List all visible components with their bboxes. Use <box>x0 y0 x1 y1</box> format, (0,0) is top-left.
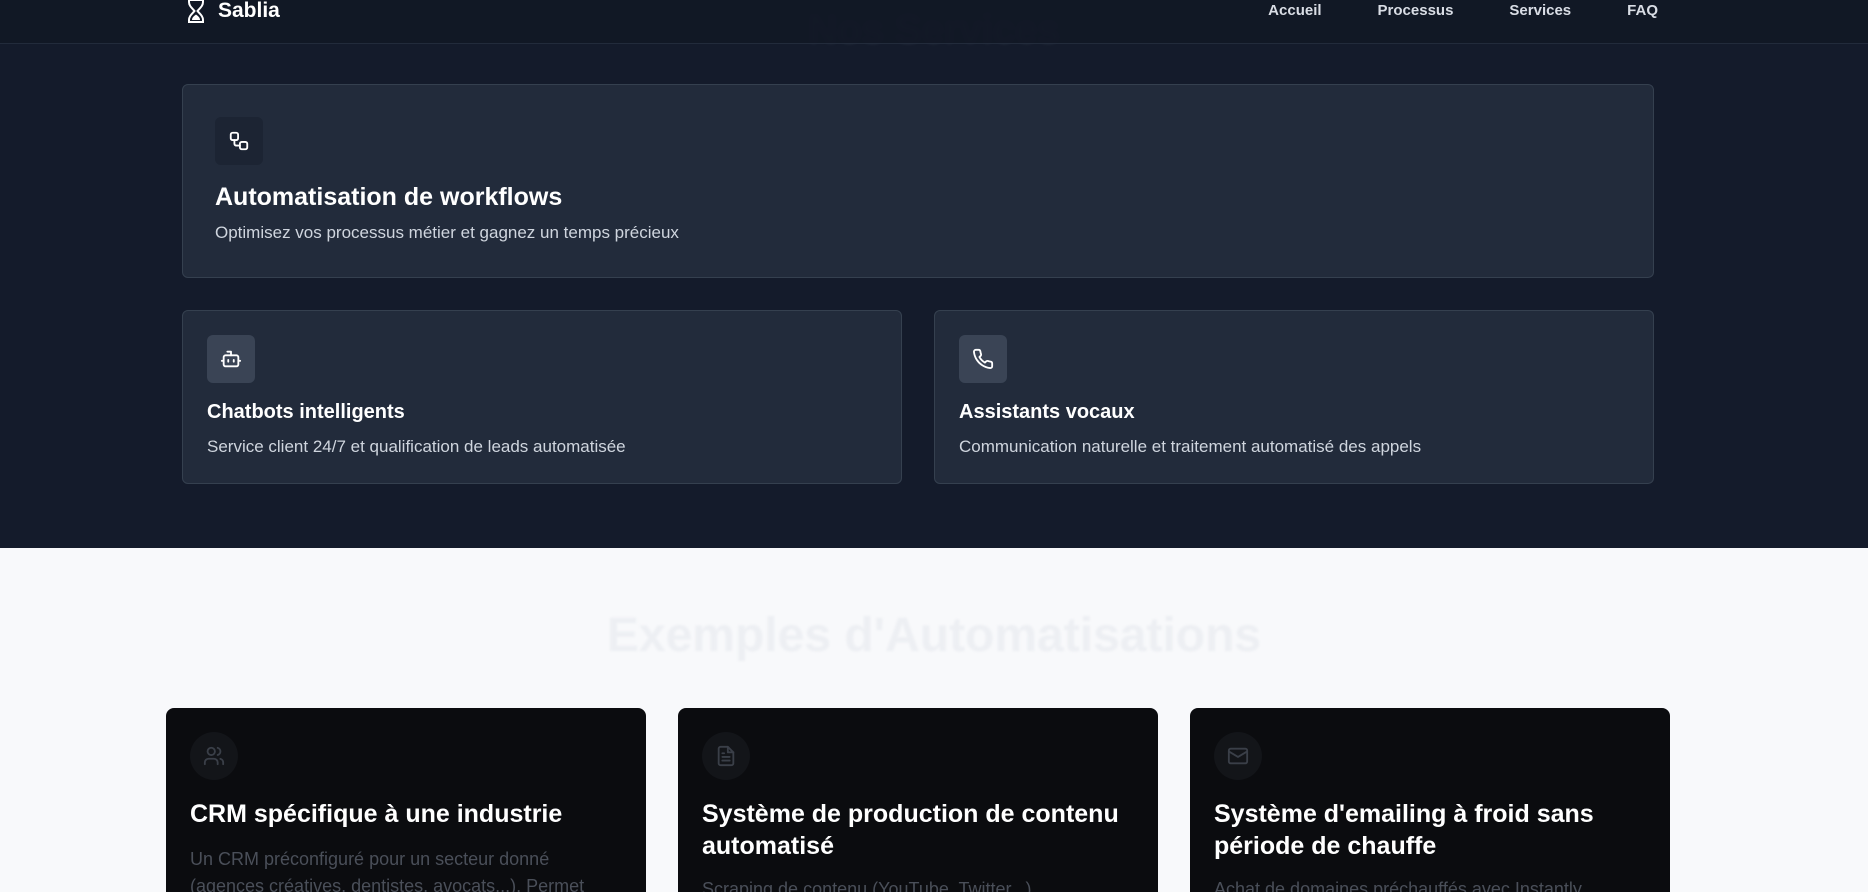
example-card-emailing[interactable]: Système d'emailing à froid sans période … <box>1190 708 1670 892</box>
service-description: Communication naturelle et traitement au… <box>959 437 1422 456</box>
nav-link-faq[interactable]: FAQ <box>1627 2 1658 19</box>
main-nav: Accueil Processus Services FAQ <box>1268 2 1658 19</box>
brand-name: Sablia <box>218 0 280 22</box>
nav-link-accueil[interactable]: Accueil <box>1268 2 1321 19</box>
example-description: Un CRM préconfiguré pour un secteur donn… <box>190 849 585 892</box>
service-description: Service client 24/7 et qualification de … <box>207 437 626 456</box>
phone-icon <box>959 335 1007 383</box>
example-title: Système de production de contenu automat… <box>702 800 1119 860</box>
examples-heading: Exemples d'Automatisations <box>606 609 1262 662</box>
service-card-voice-assistants[interactable]: Assistants vocaux Communication naturell… <box>934 310 1654 484</box>
example-title: CRM spécifique à une industrie <box>190 800 563 828</box>
service-card-workflows[interactable]: Automatisation de workflows Optimisez vo… <box>182 84 1654 278</box>
brand-logo[interactable]: Sablia <box>186 0 280 23</box>
top-navbar: Sablia Accueil Processus Services FAQ <box>0 0 1868 44</box>
service-title: Assistants vocaux <box>959 401 1135 423</box>
example-card-content[interactable]: Système de production de contenu automat… <box>678 708 1158 892</box>
workflow-icon <box>215 117 263 165</box>
service-title: Chatbots intelligents <box>207 401 405 423</box>
example-title: Système d'emailing à froid sans période … <box>1214 800 1594 860</box>
nav-link-services[interactable]: Services <box>1509 2 1571 19</box>
service-title: Automatisation de workflows <box>215 183 563 211</box>
example-description: Achat de domaines préchauffés avec Insta… <box>1214 879 1582 892</box>
bot-icon <box>207 335 255 383</box>
service-description: Optimisez vos processus métier et gagnez… <box>215 223 679 242</box>
mail-icon <box>1214 732 1262 780</box>
nav-link-processus[interactable]: Processus <box>1378 2 1454 19</box>
service-card-chatbots[interactable]: Chatbots intelligents Service client 24/… <box>182 310 902 484</box>
document-icon <box>702 732 750 780</box>
users-icon <box>190 732 238 780</box>
hourglass-icon <box>188 0 204 23</box>
services-section: Nos Services Automatisation de workflows… <box>0 0 1868 548</box>
example-description: Scraping de contenu (YouTube, Twitter...… <box>702 879 1032 892</box>
example-card-crm[interactable]: CRM spécifique à une industrie Un CRM pr… <box>166 708 646 892</box>
